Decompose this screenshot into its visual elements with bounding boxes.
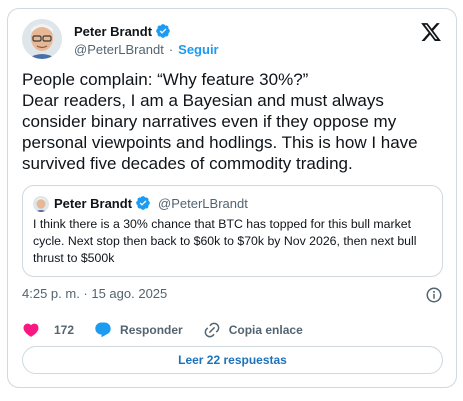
verified-badge-icon — [155, 23, 171, 39]
separator-dot: · — [168, 42, 174, 57]
quote-author-name: Peter Brandt — [54, 195, 133, 211]
quote-avatar — [33, 196, 49, 212]
author-name[interactable]: Peter Brandt — [74, 24, 152, 39]
copy-link-label: Copia enlace — [228, 323, 303, 337]
reply-label: Responder — [120, 323, 183, 337]
link-icon — [204, 322, 220, 338]
heart-icon — [23, 323, 39, 337]
author-name-row: Peter Brandt — [74, 23, 171, 39]
quote-header: Peter Brandt @PeterLBrandt — [54, 195, 248, 211]
quote-author-handle: @PeterLBrandt — [158, 195, 248, 211]
avatar[interactable] — [22, 19, 62, 59]
timestamp[interactable]: 4:25 p. m. · 15 ago. 2025 — [22, 286, 167, 301]
quoted-tweet[interactable]: Peter Brandt @PeterLBrandt I think there… — [22, 185, 443, 277]
tweet-text: People complain: “Why feature 30%?” Dear… — [22, 70, 418, 173]
x-logo-icon[interactable] — [420, 21, 442, 43]
like-button[interactable]: 172 — [22, 321, 74, 339]
reply-bubble-icon — [95, 322, 111, 338]
author-handle-row: @PeterLBrandt · Seguir — [74, 42, 219, 57]
action-bar: 172 Responder Copia enlace — [22, 319, 323, 341]
read-replies-button[interactable]: Leer 22 respuestas — [22, 346, 443, 374]
tweet-header: Peter Brandt @PeterLBrandt · Seguir — [22, 19, 442, 63]
reply-button[interactable]: Responder — [94, 321, 183, 339]
quote-text: I think there is a 30% chance that BTC h… — [33, 217, 417, 265]
like-count: 172 — [54, 323, 75, 337]
timestamp-row: 4:25 p. m. · 15 ago. 2025 — [22, 286, 443, 304]
copy-link-button[interactable]: Copia enlace — [203, 321, 303, 339]
author-handle[interactable]: @PeterLBrandt — [74, 42, 164, 57]
verified-badge-icon — [135, 195, 151, 211]
info-icon[interactable] — [425, 286, 443, 304]
tweet-card: Peter Brandt @PeterLBrandt · Seguir Peop… — [7, 8, 457, 388]
follow-button[interactable]: Seguir — [178, 42, 218, 57]
